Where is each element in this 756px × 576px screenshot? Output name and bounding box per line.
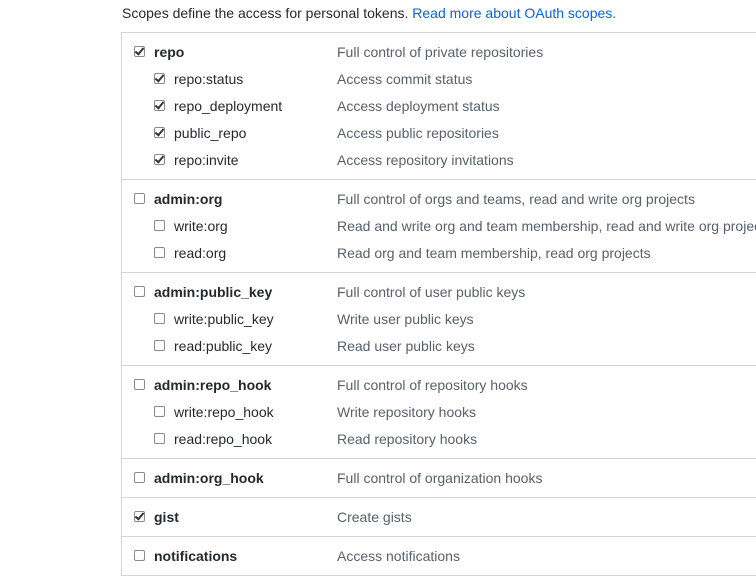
scope-checkbox[interactable] [154, 100, 165, 111]
scope-group: repo Full control of private repositories… [122, 33, 756, 180]
scope-name[interactable]: read:org [174, 240, 226, 267]
oauth-scopes-link[interactable]: Read more about OAuth scopes. [412, 5, 616, 21]
scope-description: Access commit status [337, 71, 473, 87]
scope-name[interactable]: admin:org [154, 186, 222, 213]
scope-checkbox[interactable] [134, 286, 145, 297]
scope-description: Read org and team membership, read org p… [337, 245, 651, 261]
scope-checkbox[interactable] [154, 247, 165, 258]
scope-row: admin:public_key Full control of user pub… [122, 279, 756, 306]
scope-name[interactable]: write:org [174, 213, 228, 240]
scope-description: Full control of organization hooks [337, 470, 543, 486]
scope-description: Access repository invitations [337, 152, 514, 168]
scope-name[interactable]: admin:repo_hook [154, 372, 271, 399]
scope-group: admin:repo_hook Full control of repositor… [122, 366, 756, 459]
scope-group: admin:org_hook Full control of organizati… [122, 459, 756, 498]
scope-name[interactable]: notifications [154, 543, 237, 570]
scope-row: admin:org_hook Full control of organizati… [122, 465, 756, 492]
scope-checkbox[interactable] [154, 127, 165, 138]
scope-name[interactable]: repo:status [174, 66, 243, 93]
scope-name[interactable]: repo [154, 39, 184, 66]
scope-checkbox[interactable] [134, 550, 145, 561]
scope-description: Access notifications [337, 548, 460, 564]
scope-name[interactable]: write:repo_hook [174, 399, 274, 426]
scope-description: Access deployment status [337, 98, 500, 114]
scope-description: Write user public keys [337, 311, 474, 327]
scope-checkbox[interactable] [154, 73, 165, 84]
scope-checkbox[interactable] [154, 340, 165, 351]
scope-description: Read and write org and team membership, … [337, 218, 756, 234]
scope-group: notifications Access notifications [122, 537, 756, 576]
subscope-row: read:public_key Read user public keys [122, 333, 756, 360]
scope-name[interactable]: gist [154, 504, 179, 531]
subscope-row: repo:invite Access repository invitations [122, 147, 756, 174]
scopes-intro: Scopes define the access for personal to… [122, 3, 616, 23]
subscope-row: write:public_key Write user public keys [122, 306, 756, 333]
scope-name[interactable]: read:repo_hook [174, 426, 272, 453]
scope-name[interactable]: repo:invite [174, 147, 239, 174]
intro-text: Scopes define the access for personal to… [122, 5, 413, 21]
scope-checkbox[interactable] [154, 406, 165, 417]
scopes-list: repo Full control of private repositories… [121, 32, 756, 576]
subscope-row: write:repo_hook Write repository hooks [122, 399, 756, 426]
scope-name[interactable]: admin:public_key [154, 279, 272, 306]
scope-checkbox[interactable] [134, 511, 145, 522]
subscope-row: public_repo Access public repositories [122, 120, 756, 147]
scope-row: gist Create gists [122, 504, 756, 531]
scope-description: Write repository hooks [337, 404, 477, 420]
scope-name[interactable]: read:public_key [174, 333, 272, 360]
scope-checkbox[interactable] [134, 379, 145, 390]
scope-name[interactable]: repo_deployment [174, 93, 282, 120]
scope-description: Access public repositories [337, 125, 499, 141]
scope-name[interactable]: write:public_key [174, 306, 274, 333]
scope-description: Full control of repository hooks [337, 377, 528, 393]
scope-row: admin:repo_hook Full control of repositor… [122, 372, 756, 399]
scope-row: notifications Access notifications [122, 543, 756, 570]
subscope-row: write:org Read and write org and team mem… [122, 213, 756, 240]
scope-checkbox[interactable] [154, 433, 165, 444]
scope-checkbox[interactable] [134, 193, 145, 204]
subscope-row: repo_deployment Access deployment status [122, 93, 756, 120]
scope-description: Create gists [337, 509, 412, 525]
scope-description: Full control of private repositories [337, 44, 544, 60]
subscope-row: read:repo_hook Read repository hooks [122, 426, 756, 453]
scope-group: gist Create gists [122, 498, 756, 537]
scope-description: Full control of user public keys [337, 284, 526, 300]
subscope-row: read:org Read org and team membership, re… [122, 240, 756, 267]
scope-checkbox[interactable] [154, 220, 165, 231]
scope-row: repo Full control of private repositories [122, 39, 756, 66]
scope-checkbox[interactable] [154, 313, 165, 324]
scope-checkbox[interactable] [154, 154, 165, 165]
scope-description: Read user public keys [337, 338, 475, 354]
scope-checkbox[interactable] [134, 472, 145, 483]
scope-group: admin:org Full control of orgs and teams,… [122, 180, 756, 273]
scope-row: admin:org Full control of orgs and teams,… [122, 186, 756, 213]
scope-description: Read repository hooks [337, 431, 478, 447]
scope-group: admin:public_key Full control of user pub… [122, 273, 756, 366]
scope-name[interactable]: admin:org_hook [154, 465, 264, 492]
scope-name[interactable]: public_repo [174, 120, 246, 147]
scope-checkbox[interactable] [134, 46, 145, 57]
scope-description: Full control of orgs and teams, read and… [337, 191, 695, 207]
subscope-row: repo:status Access commit status [122, 66, 756, 93]
